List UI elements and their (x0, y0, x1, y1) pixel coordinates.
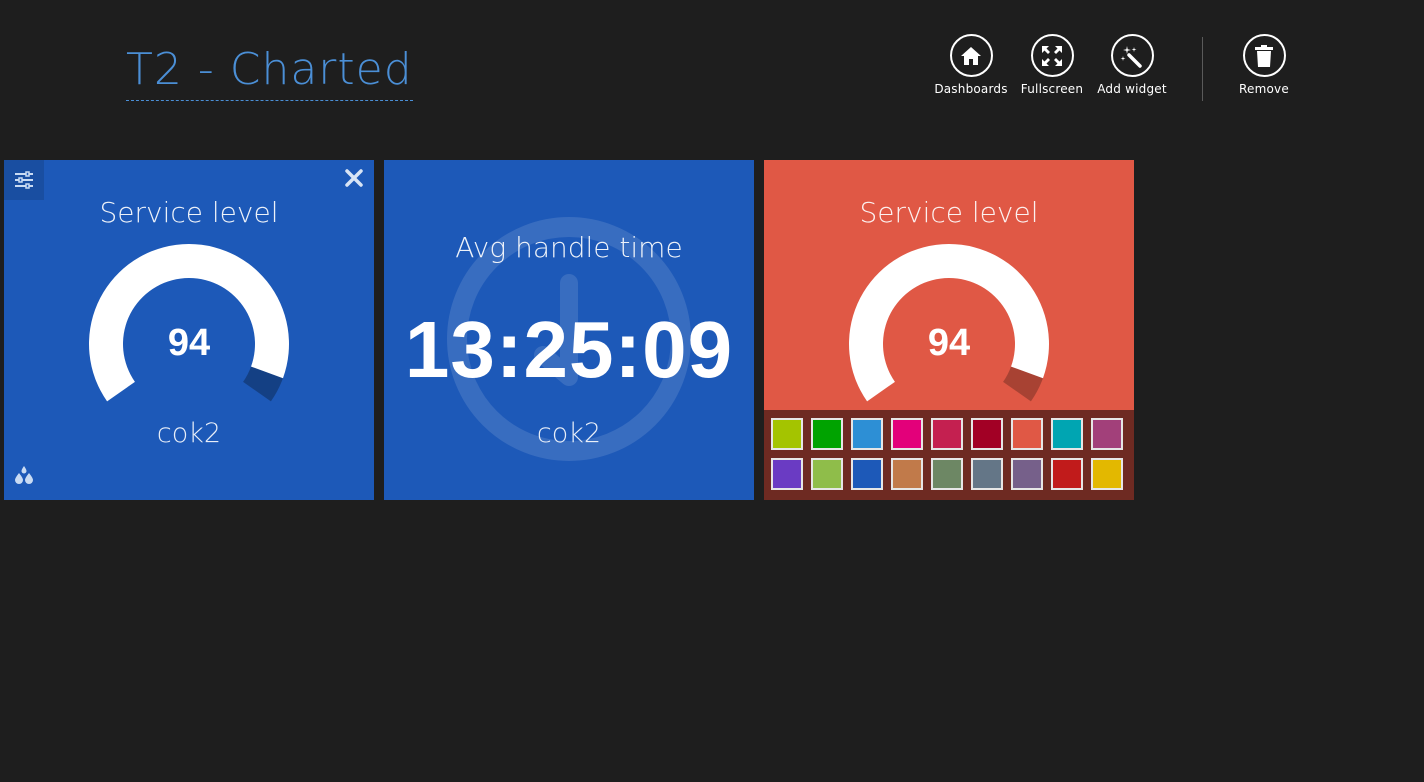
color-swatch[interactable] (771, 418, 803, 450)
fullscreen-label: Fullscreen (1020, 82, 1084, 96)
close-icon[interactable] (344, 168, 364, 192)
color-swatch[interactable] (851, 418, 883, 450)
gauge-value: 94 (927, 322, 971, 364)
home-icon (949, 34, 993, 77)
add-widget-button[interactable]: Add widget (1092, 34, 1172, 96)
color-palette (764, 410, 1134, 500)
widget-subtitle: cok2 (156, 418, 222, 449)
color-swatch[interactable] (891, 458, 923, 490)
color-swatch[interactable] (971, 458, 1003, 490)
settings-icon[interactable] (4, 160, 44, 200)
color-swatch[interactable] (1091, 418, 1123, 450)
toolbar: Dashboards Fullscreen Add widget Remove (0, 34, 1424, 104)
dashboards-label: Dashboards (934, 82, 1008, 96)
color-swatch[interactable] (851, 458, 883, 490)
color-swatch[interactable] (1091, 458, 1123, 490)
handle-time-value: 13:25:09 (404, 305, 734, 394)
trash-icon (1242, 34, 1286, 77)
color-swatch[interactable] (931, 418, 963, 450)
avg-handle-time-widget[interactable]: Avg handle time 13:25:09 cok2 (384, 160, 754, 500)
color-swatch[interactable] (771, 458, 803, 490)
color-swatch[interactable] (811, 458, 843, 490)
add-widget-label: Add widget (1097, 82, 1167, 96)
toolbar-separator (1202, 37, 1203, 101)
color-swatch[interactable] (811, 418, 843, 450)
remove-button[interactable]: Remove (1224, 34, 1304, 96)
color-swatch[interactable] (891, 418, 923, 450)
color-drops-icon[interactable] (14, 466, 36, 488)
remove-label: Remove (1239, 82, 1289, 96)
fullscreen-icon (1030, 34, 1074, 77)
widget-title: Service level (99, 196, 279, 229)
fullscreen-button[interactable]: Fullscreen (1012, 34, 1092, 96)
widget-subtitle: cok2 (536, 418, 602, 449)
color-swatch[interactable] (1051, 418, 1083, 450)
dashboards-button[interactable]: Dashboards (931, 34, 1011, 96)
color-swatch[interactable] (1011, 458, 1043, 490)
color-swatch[interactable] (1011, 418, 1043, 450)
widget-title: Service level (859, 196, 1039, 229)
color-swatch[interactable] (971, 418, 1003, 450)
color-swatch[interactable] (931, 458, 963, 490)
gauge-value: 94 (167, 322, 211, 364)
service-level-widget-colored[interactable]: Service level 94 (764, 160, 1134, 500)
color-swatch[interactable] (1051, 458, 1083, 490)
magic-wand-icon (1110, 34, 1154, 77)
widget-title: Avg handle time (455, 231, 683, 264)
service-level-widget[interactable]: Service level 94 cok2 (4, 160, 374, 500)
